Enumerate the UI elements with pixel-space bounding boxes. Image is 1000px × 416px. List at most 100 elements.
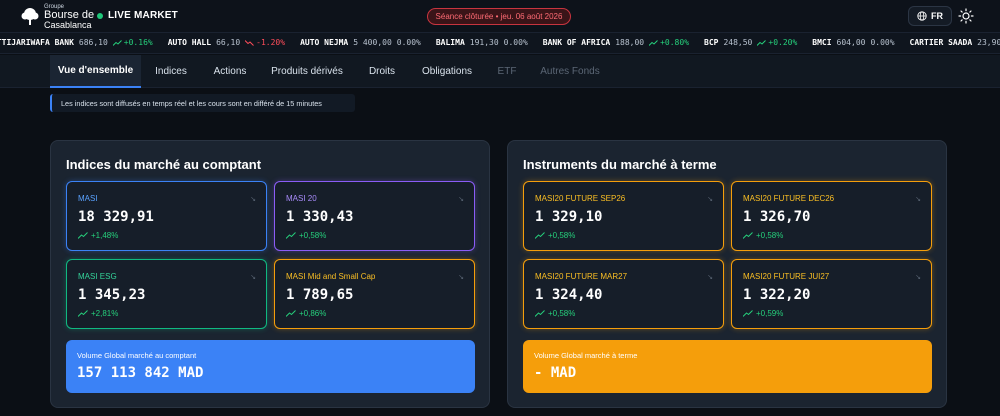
- tab-actions[interactable]: Actions: [201, 55, 259, 88]
- ticker-change-value: -1.20%: [256, 38, 286, 47]
- spot-volume-label: Volume Global marché au comptant: [77, 351, 197, 360]
- main-nav: Vue d'ensemble Indices Actions Produits …: [0, 55, 1000, 88]
- expand-arrow-icon: ↘: [458, 274, 464, 281]
- logo-line-2: Casablanca: [44, 20, 92, 30]
- card-name: MASI Mid and Small Cap: [286, 272, 376, 281]
- expand-arrow-icon: ↘: [707, 274, 713, 281]
- ticker-price: 191,30: [469, 38, 499, 47]
- ticker-price: 686,10: [78, 38, 108, 47]
- tab-indices[interactable]: Indices: [141, 55, 201, 88]
- ticker-change-value: 0.00%: [870, 38, 895, 47]
- card-name: MASI20 FUTURE DEC26: [743, 194, 835, 203]
- card-change-value: +0,58%: [299, 231, 327, 240]
- tab-vue-ensemble[interactable]: Vue d'ensemble: [50, 55, 141, 88]
- ticker-change: +0.20%: [757, 38, 797, 47]
- card-change: +0,59%: [743, 309, 783, 318]
- live-market-label: LIVE MARKET: [108, 10, 178, 21]
- sun-theme-icon[interactable]: [958, 8, 974, 24]
- future-card[interactable]: MASI20 FUTURE DEC26 ↘ 1 326,70 +0,58%: [731, 181, 932, 251]
- ticker-name: BALIMA: [435, 38, 465, 47]
- card-name: MASI ESG: [78, 272, 117, 281]
- card-change: +1,48%: [78, 231, 118, 240]
- session-status-badge: Séance clôturée • jeu. 06 août 2026: [427, 8, 571, 25]
- trend-up-icon: [286, 310, 296, 317]
- card-change-value: +0,58%: [756, 231, 784, 240]
- ticker-item[interactable]: BMCI 604,00 0.00%: [812, 38, 894, 47]
- tab-droits[interactable]: Droits: [355, 55, 409, 88]
- ticker-item[interactable]: ATTIJARIWAFA BANK 686,10 +0.16%: [0, 38, 153, 47]
- card-name: MASI 20: [286, 194, 317, 203]
- card-value: 1 345,23: [78, 287, 146, 303]
- tab-obligations[interactable]: Obligations: [409, 55, 485, 88]
- ticker-name: AUTO NEJMA: [300, 38, 349, 47]
- ticker-price: 66,10: [216, 38, 241, 47]
- bourse-logo[interactable]: Groupe Bourse de Casablanca: [20, 4, 94, 30]
- future-card[interactable]: MASI20 FUTURE MAR27 ↘ 1 324,40 +0,58%: [523, 259, 724, 329]
- trend-up-icon: [286, 232, 296, 239]
- futures-volume-label: Volume Global marché à terme: [534, 351, 638, 360]
- ticker-change-value: +0.80%: [660, 38, 690, 47]
- expand-arrow-icon: ↘: [915, 196, 921, 203]
- card-value: 1 324,40: [535, 287, 603, 303]
- index-card[interactable]: MASI Mid and Small Cap ↘ 1 789,65 +0,86%: [274, 259, 475, 329]
- live-dot-icon: [97, 12, 103, 19]
- top-bar: Groupe Bourse de Casablanca LIVE MARKET …: [0, 0, 1000, 32]
- card-value: 18 329,91: [78, 209, 154, 225]
- trend-up-icon: [743, 310, 753, 317]
- card-value: 1 329,10: [535, 209, 603, 225]
- card-name: MASI20 FUTURE SEP26: [535, 194, 626, 203]
- ticker-change: 0.00%: [870, 38, 894, 47]
- ticker-item[interactable]: BALIMA 191,30 0.00%: [436, 38, 528, 47]
- card-value: 1 322,20: [743, 287, 811, 303]
- card-change-value: +0,59%: [756, 309, 784, 318]
- spot-panel-title: Indices du marché au comptant: [66, 157, 262, 172]
- ticker-change-value: 0.00%: [503, 38, 528, 47]
- tab-etf[interactable]: ETF: [485, 55, 529, 88]
- ticker-price: 23,90: [977, 38, 1000, 47]
- index-card[interactable]: MASI ESG ↘ 1 345,23 +2,81%: [66, 259, 267, 329]
- tab-produits-derives[interactable]: Produits dérivés: [259, 55, 355, 88]
- ticker-item[interactable]: AUTO HALL 66,10 -1.20%: [168, 38, 285, 47]
- globe-icon: [917, 11, 927, 21]
- card-change: +0,86%: [286, 309, 326, 318]
- card-change-value: +0,58%: [548, 309, 576, 318]
- ticker-change-value: 0.00%: [396, 38, 421, 47]
- card-name: MASI20 FUTURE MAR27: [535, 272, 628, 281]
- ticker-name: BANK OF AFRICA: [542, 38, 611, 47]
- ticker-name: ATTIJARIWAFA BANK: [0, 38, 74, 47]
- ticker-change-value: +0.16%: [123, 38, 153, 47]
- card-value: 1 789,65: [286, 287, 354, 303]
- language-button[interactable]: FR: [908, 6, 952, 26]
- tree-logo-icon: [21, 8, 39, 25]
- index-card[interactable]: MASI 20 ↘ 1 330,43 +0,58%: [274, 181, 475, 251]
- live-market-indicator: LIVE MARKET: [97, 10, 178, 21]
- trend-up-icon: [535, 232, 545, 239]
- ticker-item[interactable]: CARTIER SAADA23,90+1.70%: [910, 38, 1000, 47]
- expand-arrow-icon: ↘: [250, 274, 256, 281]
- spot-market-panel: Indices du marché au comptant MASI ↘ 18 32…: [50, 140, 490, 408]
- ticker-name: AUTO HALL: [167, 38, 212, 47]
- trend-up-icon: [535, 310, 545, 317]
- ticker-name: BMCI: [812, 38, 832, 47]
- ticker-price: 5 400,00: [353, 38, 392, 47]
- spot-volume-value: 157 113 842 MAD: [77, 365, 204, 381]
- future-card[interactable]: MASI20 FUTURE JUI27 ↘ 1 322,20 +0,59%: [731, 259, 932, 329]
- tab-autres-fonds[interactable]: Autres Fonds: [529, 55, 611, 88]
- spot-volume-card: Volume Global marché au comptant 157 113…: [66, 340, 475, 393]
- ticker-change: +0.16%: [112, 38, 153, 47]
- card-change: +0,58%: [535, 231, 575, 240]
- card-change-value: +0,58%: [548, 231, 576, 240]
- ticker-item[interactable]: BCP 248,50 +0.20%: [704, 38, 797, 47]
- stock-ticker[interactable]: ATTIJARIWAFA BANK 686,10 +0.16% AUTO HALL 66…: [0, 32, 1000, 54]
- trend-up-icon: [78, 310, 88, 317]
- ticker-item[interactable]: AUTO NEJMA 5 400,00 0.00%: [300, 38, 421, 47]
- ticker-change: 0.00%: [504, 38, 528, 47]
- info-banner: Les indices sont diffusés en temps réel …: [50, 94, 355, 112]
- card-change: +0,58%: [743, 231, 783, 240]
- expand-arrow-icon: ↘: [707, 196, 713, 203]
- future-card[interactable]: MASI20 FUTURE SEP26 ↘ 1 329,10 +0,58%: [523, 181, 724, 251]
- ticker-item[interactable]: BANK OF AFRICA 188,00 +0.80%: [543, 38, 689, 47]
- futures-volume-value: - MAD: [534, 365, 577, 381]
- index-card[interactable]: MASI ↘ 18 329,91 +1,48%: [66, 181, 267, 251]
- trend-up-icon: [757, 39, 767, 46]
